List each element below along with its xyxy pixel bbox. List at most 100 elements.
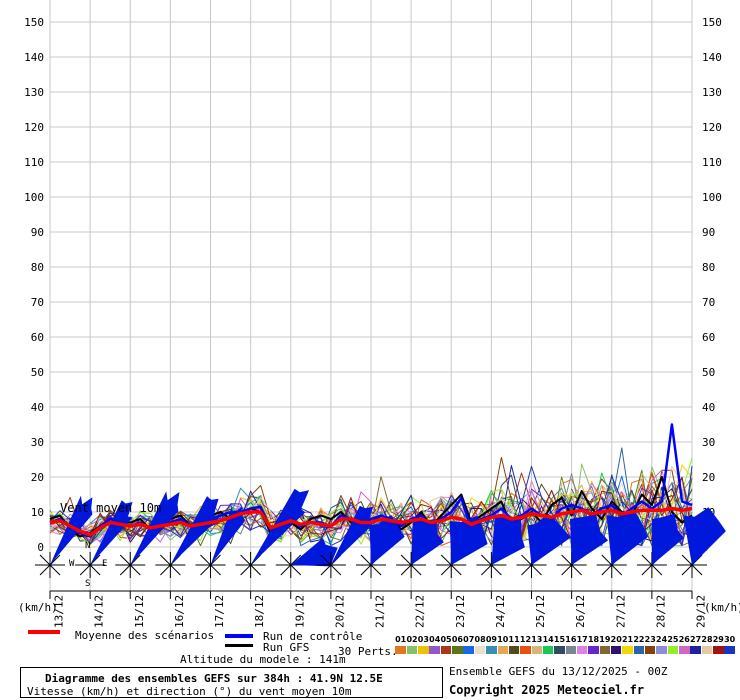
compass-north-label: N (85, 541, 91, 551)
gfs-line-swatch (225, 644, 253, 647)
svg-text:70: 70 (31, 296, 44, 309)
pert-id-label: 08 (474, 635, 486, 644)
pert-swatch (610, 646, 622, 654)
pert-id-label: 20 (610, 635, 622, 644)
svg-text:120: 120 (24, 121, 44, 134)
model-altitude-label: Altitude du modele : 141m (180, 653, 346, 666)
pert-swatch (542, 646, 554, 654)
pert-swatch (565, 646, 577, 654)
svg-text:70: 70 (702, 296, 715, 309)
pert-column: 03 (418, 635, 429, 654)
wind-ensemble-chart: 0010102020303040405050606070708080909010… (24, 0, 726, 628)
pert-id-label: 26 (678, 635, 690, 644)
pert-id-label: 05 (440, 635, 452, 644)
pert-swatch (576, 646, 588, 654)
chart-overlay-label: Vent moyen 10m (60, 501, 162, 515)
svg-text:0: 0 (37, 541, 44, 554)
pert-column: 08 (474, 635, 486, 654)
mean-line-swatch (28, 630, 60, 634)
pert-swatch (508, 646, 520, 654)
svg-text:40: 40 (31, 401, 44, 414)
pert-column: 30 (724, 635, 735, 654)
svg-text:18/12: 18/12 (253, 595, 266, 628)
pert-swatch (474, 646, 486, 654)
pert-id-label: 21 (621, 635, 634, 644)
svg-text:27/12: 27/12 (614, 595, 627, 628)
svg-text:40: 40 (702, 401, 715, 414)
pert-id-label: 27 (690, 635, 702, 644)
pert-id-label: 12 (519, 635, 532, 644)
svg-text:21/12: 21/12 (374, 595, 387, 628)
svg-text:23/12: 23/12 (454, 595, 467, 628)
pert-id-label: 10 (497, 635, 509, 644)
pert-column: 02 (406, 635, 418, 654)
control-line-swatch (225, 634, 253, 638)
pert-column: 18 (588, 635, 599, 654)
svg-text:30: 30 (31, 436, 44, 449)
pert-swatch (486, 646, 497, 654)
svg-text:110: 110 (24, 156, 44, 169)
pert-column: 22 (633, 635, 644, 654)
svg-text:110: 110 (702, 156, 722, 169)
svg-text:24/12: 24/12 (494, 595, 507, 628)
svg-text:80: 80 (31, 261, 44, 274)
pert-id-label: 14 (542, 635, 554, 644)
pert-swatch (497, 646, 509, 654)
wind-direction-wedge (491, 517, 525, 565)
svg-text:28/12: 28/12 (654, 595, 667, 628)
y-unit-label-left: (km/h) (18, 601, 58, 614)
svg-text:16/12: 16/12 (173, 595, 186, 628)
pert-column: 11 (508, 635, 520, 654)
svg-text:90: 90 (702, 226, 715, 239)
pert-id-label: 22 (633, 635, 645, 644)
pert-column: 16 (565, 635, 576, 654)
pert-column: 12 (520, 635, 531, 654)
diagram-info-box: Diagramme des ensembles GEFS sur 384h : … (20, 667, 443, 698)
svg-text:20: 20 (31, 471, 44, 484)
pert-id-label: 19 (599, 635, 611, 644)
pert-column: 26 (679, 635, 690, 654)
pert-id-label: 03 (417, 635, 429, 644)
pert-column: 27 (690, 635, 701, 654)
pert-column: 25 (667, 635, 678, 654)
svg-text:22/12: 22/12 (414, 595, 427, 628)
pert-id-label: 11 (508, 635, 520, 644)
pert-id-label: 09 (485, 635, 497, 644)
pert-column: 24 (656, 635, 667, 654)
pert-swatch (713, 646, 724, 654)
svg-text:100: 100 (702, 191, 722, 204)
svg-text:30: 30 (702, 436, 715, 449)
pert-id-label: 17 (576, 635, 588, 644)
pert-swatch (724, 646, 735, 654)
pert-swatch (690, 646, 701, 654)
svg-text:140: 140 (702, 51, 722, 64)
svg-text:15/12: 15/12 (133, 595, 146, 628)
pert-column: 15 (554, 635, 565, 654)
svg-text:20/12: 20/12 (333, 595, 346, 628)
x-axis (49, 590, 693, 599)
pert-id-label: 16 (565, 635, 577, 644)
wind-direction-wedge (651, 513, 684, 565)
pert-id-label: 07 (463, 635, 475, 644)
pert-column: 13 (531, 635, 542, 654)
svg-text:60: 60 (31, 331, 44, 344)
pert-swatch (622, 646, 633, 654)
pert-column: 28 (701, 635, 713, 654)
pert-column: 23 (645, 635, 656, 654)
compass-west-label: W (69, 559, 75, 569)
svg-text:10: 10 (31, 506, 44, 519)
pert-column: 17 (577, 635, 588, 654)
pert-swatch (463, 646, 474, 654)
pert-id-label: 29 (712, 635, 724, 644)
pert-swatch (406, 646, 418, 654)
svg-text:20: 20 (702, 471, 715, 484)
svg-text:19/12: 19/12 (293, 595, 306, 628)
pert-swatch (395, 646, 406, 654)
pert-id-label: 28 (701, 635, 713, 644)
pert-id-label: 13 (531, 635, 543, 644)
svg-text:130: 130 (702, 86, 722, 99)
pert-swatch (599, 646, 611, 654)
x-axis-date-labels: 13/12 14/12 15/12 16/12 17/12 18/12 19/12 20/12… (53, 595, 708, 628)
svg-text:60: 60 (702, 331, 715, 344)
pert-id-label: 23 (644, 635, 656, 644)
